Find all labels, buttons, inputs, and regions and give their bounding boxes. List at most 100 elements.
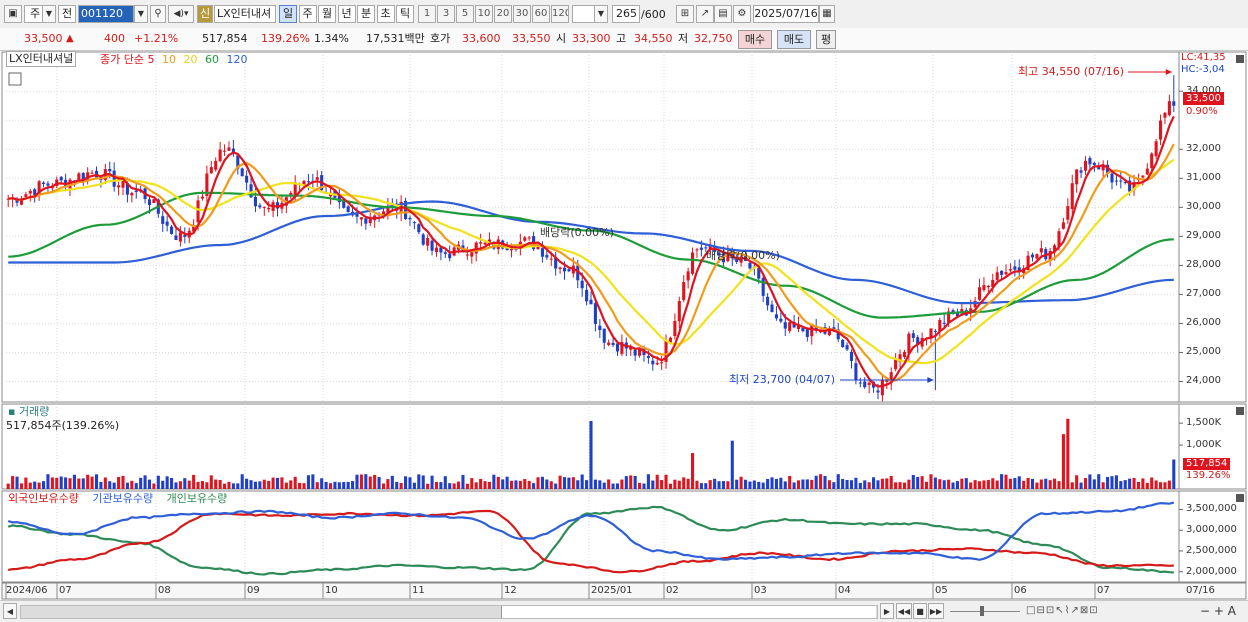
drawing-tools-icon[interactable]: □⊟⊡↖⌇↗⊠⊡ xyxy=(1026,603,1099,619)
institution-holdings-label: 기관보유수량 xyxy=(92,492,154,505)
volume-bar xyxy=(1079,482,1083,489)
volume-bar xyxy=(832,482,836,489)
volume-bar xyxy=(465,483,469,489)
candle-body xyxy=(412,222,416,224)
volume-bar xyxy=(509,480,514,489)
volume-bar xyxy=(664,474,668,489)
ma-legend[interactable]: 종가 단순 5 10 20 60 120 xyxy=(100,52,247,68)
volume-bar xyxy=(929,474,933,489)
zoom-slider[interactable] xyxy=(950,611,1020,612)
volume-bar xyxy=(289,480,293,489)
volume-bar xyxy=(867,482,871,489)
volume-bar xyxy=(174,482,178,489)
volume-bar xyxy=(112,482,116,489)
volume-bar xyxy=(161,480,165,489)
volume-bar xyxy=(156,475,160,489)
volume-bar xyxy=(567,477,571,489)
volume-bar xyxy=(236,483,240,489)
volume-bar xyxy=(342,482,346,489)
candle-body xyxy=(1013,266,1017,270)
candle-body xyxy=(161,216,165,224)
volume-bar xyxy=(178,481,182,489)
scrollbar-thumb[interactable] xyxy=(501,606,876,618)
volume-bar xyxy=(607,479,611,489)
candle-body xyxy=(598,325,602,331)
candle-body xyxy=(766,296,770,306)
x-axis-label: 06 xyxy=(1014,585,1027,596)
volume-bar xyxy=(1132,477,1136,489)
candle-body xyxy=(540,248,544,257)
volume-bar xyxy=(770,477,774,489)
volume-bar xyxy=(280,477,284,489)
volume-bar xyxy=(624,476,628,489)
volume-bar xyxy=(991,478,995,489)
volume-bar xyxy=(907,479,911,489)
last-volume-tag: 517,854 xyxy=(1183,458,1231,470)
volume-bar xyxy=(876,480,880,489)
volume-bar xyxy=(668,483,673,489)
volume-bar xyxy=(849,480,854,489)
candle-body xyxy=(593,303,597,324)
candle-body xyxy=(558,267,562,270)
volume-bar xyxy=(514,480,518,489)
candle-body xyxy=(867,382,871,385)
candle-body xyxy=(1039,248,1043,253)
stop-icon[interactable]: ■ xyxy=(913,603,927,619)
volume-bar xyxy=(1057,481,1061,489)
x-axis-label: 10 xyxy=(325,585,338,596)
retail-holdings-label: 개인보유수량 xyxy=(166,492,228,505)
volume-bar xyxy=(611,483,615,489)
volume-bar xyxy=(805,479,809,489)
volume-bar xyxy=(646,474,650,489)
candle-body xyxy=(607,342,611,345)
volume-bar xyxy=(293,476,297,489)
zoom-controls-icon[interactable]: − + A xyxy=(1200,603,1236,619)
zoom-slider-handle[interactable] xyxy=(980,606,984,616)
volume-bar xyxy=(708,480,712,489)
volume-bar xyxy=(50,477,54,489)
candle-body xyxy=(863,381,867,388)
volume-bar xyxy=(823,475,827,489)
holdings-legend[interactable]: 외국인보유수량 기관보유수량 개인보유수량 xyxy=(8,491,227,507)
volume-bar xyxy=(258,481,262,489)
volume-bar xyxy=(1000,474,1004,489)
volume-bar xyxy=(24,477,28,489)
candle-body xyxy=(315,177,319,180)
candle-body xyxy=(41,182,46,184)
volume-bar xyxy=(165,476,169,489)
scroll-left-icon[interactable]: ◀ xyxy=(3,603,17,619)
candle-body xyxy=(562,267,567,272)
volume-bar xyxy=(19,483,23,489)
horizontal-scrollbar[interactable] xyxy=(20,605,878,619)
ma-10: 10 xyxy=(161,53,176,66)
volume-bar xyxy=(925,481,929,489)
volume-bar xyxy=(810,479,814,489)
volume-bar xyxy=(1136,481,1141,489)
volume-bar xyxy=(86,474,90,489)
candle-body xyxy=(638,349,642,356)
candle-body xyxy=(359,217,363,220)
candle-body xyxy=(761,278,765,296)
candle-body xyxy=(611,342,615,345)
volume-bar xyxy=(227,481,231,489)
price-axis-tick: 30,000 xyxy=(1186,201,1221,213)
volume-axis-tick: 1,000K xyxy=(1186,439,1222,451)
volume-bar xyxy=(995,480,999,489)
ma-120: 120 xyxy=(226,53,248,66)
chart-canvas[interactable] xyxy=(0,0,1248,621)
volume-bar xyxy=(337,482,341,489)
volume-bar xyxy=(368,476,372,489)
candle-body xyxy=(1119,180,1123,182)
candle-body xyxy=(426,237,430,246)
stock-name-label: LX인터내셔널 xyxy=(9,52,74,65)
volume-bar xyxy=(1092,479,1096,489)
volume-bar xyxy=(1119,481,1123,489)
volume-bar xyxy=(470,478,474,489)
volume-bar xyxy=(68,478,72,489)
volume-bar xyxy=(1110,476,1114,489)
candle-body xyxy=(227,147,231,151)
rewind-icon[interactable]: ◀◀ xyxy=(896,603,912,619)
scroll-right-icon[interactable]: ▶ xyxy=(880,603,894,619)
forward-icon[interactable]: ▶▶ xyxy=(928,603,944,619)
price-pane-legend[interactable]: LX인터내셔널 xyxy=(6,51,77,67)
